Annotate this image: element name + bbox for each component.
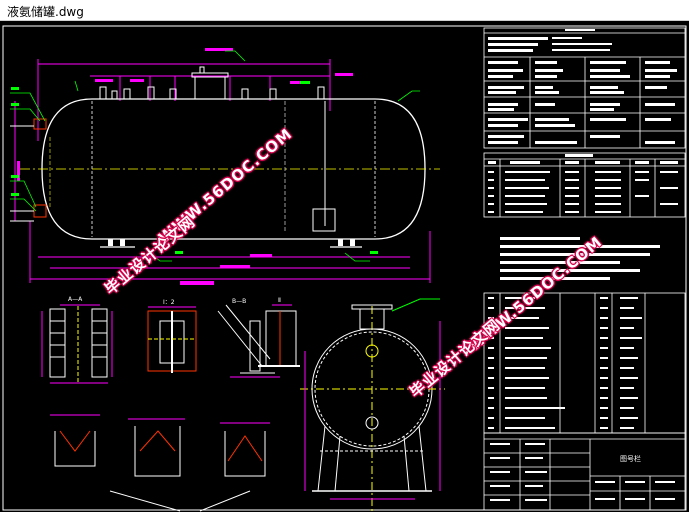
cad-drawing-canvas[interactable]: A—A I：2 B—B Ⅱ 图号栏 WWW.56DOC.COM 毕业设计论文网 … [0,21,689,512]
cad-drawing: A—A I：2 B—B Ⅱ 图号栏 [2,25,687,512]
detail-label-a-a: A—A [68,296,83,303]
title-block-label: 图号栏 [620,454,641,463]
detail-label-ii: Ⅱ [278,297,281,304]
tank-front-view [10,48,440,285]
detail-views: A—A I：2 B—B Ⅱ [41,296,300,512]
detail-label-1-2: I：2 [163,299,175,306]
tank-side-view [300,298,445,511]
detail-label-b-b: B—B [232,298,246,305]
window-title: 液氨储罐.dwg [7,5,84,19]
window-title-bar: 液氨储罐.dwg [0,0,689,21]
